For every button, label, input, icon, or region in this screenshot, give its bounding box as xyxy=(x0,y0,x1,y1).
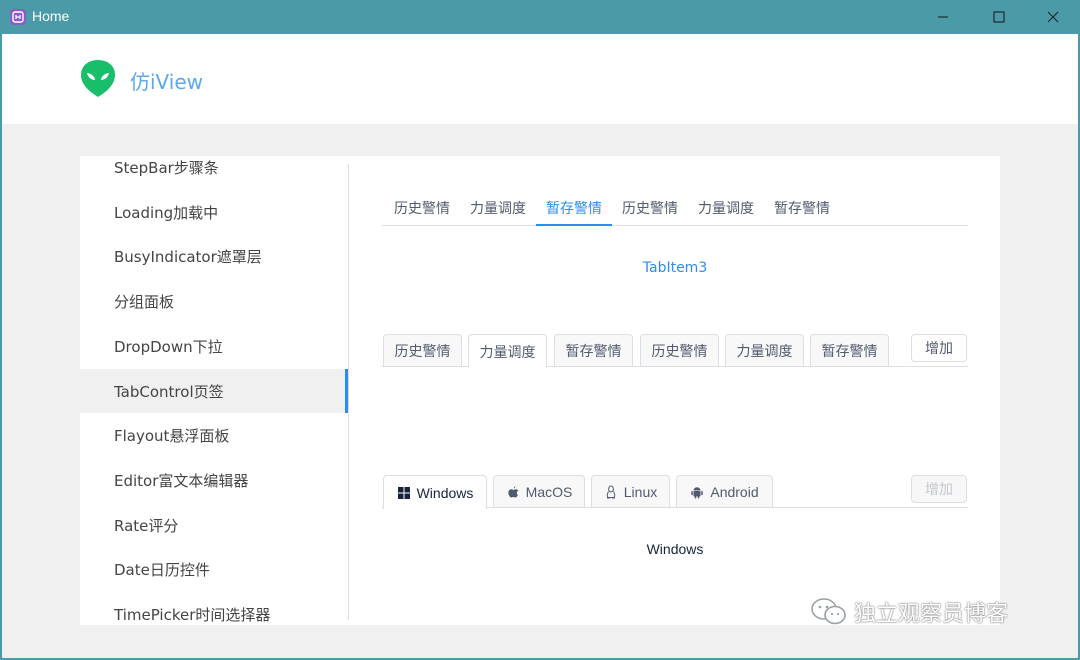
card-tab-bar: 历史警情 力量调度 暂存警情 历史警情 力量调度 暂存警情 增加 xyxy=(382,334,968,368)
tab-history-2[interactable]: 历史警情 xyxy=(622,198,678,218)
card-tab-draft-1[interactable]: 暂存警情 xyxy=(554,334,633,366)
os-tab-android[interactable]: Android xyxy=(676,475,773,507)
sidebar-item-tabcontrol[interactable]: TabControl页签 xyxy=(80,369,348,413)
os-tab-content: Windows xyxy=(646,541,704,557)
linux-icon xyxy=(606,485,615,498)
sidebar-item-editor[interactable]: Editor富文本编辑器 xyxy=(80,458,348,502)
windows-icon xyxy=(397,486,410,499)
watermark: 独立观察员博客 xyxy=(810,592,1008,632)
os-tab-android-label: Android xyxy=(710,483,759,500)
watermark-text: 独立观察员博客 xyxy=(854,602,1009,627)
sidebar-item-date[interactable]: Date日历控件 xyxy=(80,547,348,591)
tab-dispatch-2[interactable]: 力量调度 xyxy=(698,198,754,218)
tab-draft-2[interactable]: 暂存警情 xyxy=(774,198,830,218)
apple-icon xyxy=(508,485,519,497)
maximize-icon xyxy=(993,11,1005,23)
tab-draft-1[interactable]: 暂存警情 xyxy=(546,198,602,218)
close-icon xyxy=(1047,11,1059,23)
brand-title: 仿iView xyxy=(130,70,204,94)
main-panel: StepBar步骤条 Loading加载中 BusyIndicator遮罩层 分… xyxy=(80,156,1000,625)
android-icon xyxy=(691,486,704,498)
os-tab-linux-label: Linux xyxy=(623,483,658,500)
tab-dispatch-1[interactable]: 力量调度 xyxy=(470,198,526,218)
sidebar-item-flayout[interactable]: Flayout悬浮面板 xyxy=(80,413,348,457)
tab-item-content: TabItem3 xyxy=(642,260,708,276)
minimize-icon xyxy=(938,16,948,18)
client-area: 仿iView StepBar步骤条 Loading加载中 BusyIndicat… xyxy=(2,34,1078,658)
sidebar-item-loading[interactable]: Loading加载中 xyxy=(80,190,348,234)
sidebar: StepBar步骤条 Loading加载中 BusyIndicator遮罩层 分… xyxy=(80,156,348,625)
os-tab-bar: Windows MacOS Linux Android 增加 xyxy=(382,475,968,509)
os-tab-windows[interactable]: Windows xyxy=(383,475,487,509)
sidebar-item-stepbar[interactable]: StepBar步骤条 xyxy=(80,156,348,189)
sidebar-item-rate[interactable]: Rate评分 xyxy=(80,503,348,547)
card-tab-history-1[interactable]: 历史警情 xyxy=(383,334,462,366)
title-bar[interactable]: Home xyxy=(0,0,1080,34)
tab-history-1[interactable]: 历史警情 xyxy=(394,198,450,218)
os-tab-macos-label: MacOS xyxy=(525,483,573,500)
card-tab-draft-2[interactable]: 暂存警情 xyxy=(810,334,889,366)
window-title: Home xyxy=(32,8,70,24)
os-tab-linux[interactable]: Linux xyxy=(591,475,670,507)
os-tab-macos[interactable]: MacOS xyxy=(493,475,585,507)
sidebar-item-timepicker[interactable]: TimePicker时间选择器 xyxy=(80,592,348,625)
wechat-icon xyxy=(811,598,846,625)
line-tab-bar: 历史警情 力量调度 暂存警情 历史警情 力量调度 暂存警情 xyxy=(382,192,968,226)
sidebar-divider xyxy=(348,164,349,620)
app-window: Home 仿iView StepBar步骤条 Loading加载中 BusyIn… xyxy=(0,0,1080,660)
sidebar-item-dropdown[interactable]: DropDown下拉 xyxy=(80,324,348,368)
card-tab-dispatch-1[interactable]: 力量调度 xyxy=(468,334,547,368)
sidebar-item-groupbox[interactable]: 分组面板 xyxy=(80,279,348,323)
add-tab-button[interactable]: 增加 xyxy=(911,334,967,362)
card-tab-history-2[interactable]: 历史警情 xyxy=(640,334,719,366)
sidebar-item-busyindicator[interactable]: BusyIndicator遮罩层 xyxy=(80,234,348,278)
alien-logo-icon xyxy=(81,60,115,97)
app-header: 仿iView xyxy=(2,34,1078,124)
add-os-tab-button[interactable]: 增加 xyxy=(911,475,967,503)
close-button[interactable] xyxy=(1030,0,1076,34)
maximize-button[interactable] xyxy=(976,0,1022,34)
tab-demo-content: 历史警情 力量调度 暂存警情 历史警情 力量调度 暂存警情 TabItem3 历… xyxy=(382,156,968,625)
os-tab-windows-label: Windows xyxy=(416,484,474,501)
minimize-button[interactable] xyxy=(920,0,966,34)
card-tab-dispatch-2[interactable]: 力量调度 xyxy=(725,334,804,366)
active-tab-indicator xyxy=(536,224,612,226)
app-icon xyxy=(10,9,26,25)
